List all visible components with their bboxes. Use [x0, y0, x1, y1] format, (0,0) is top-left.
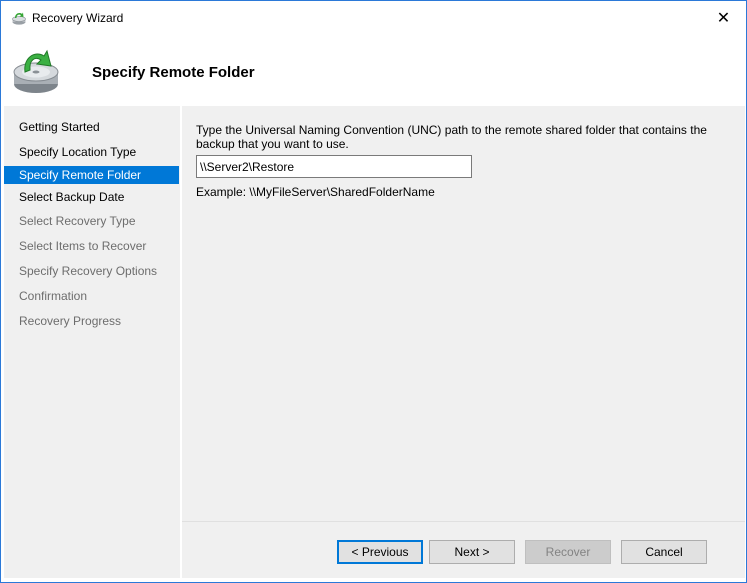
wizard-steps-nav: Getting Started Specify Location Type Sp… — [4, 106, 180, 578]
nav-step-select-backup-date[interactable]: Select Backup Date — [4, 188, 179, 206]
recover-button: Recover — [525, 540, 611, 564]
nav-step-specify-remote-folder[interactable]: Specify Remote Folder — [4, 166, 179, 184]
example-text: Example: \\MyFileServer\SharedFolderName — [196, 185, 435, 199]
nav-step-specify-recovery-options: Specify Recovery Options — [19, 264, 158, 278]
nav-step-select-items-to-recover: Select Items to Recover — [19, 239, 147, 253]
close-icon: ✕ — [716, 9, 731, 27]
nav-step-select-recovery-type: Select Recovery Type — [19, 214, 136, 228]
window-title: Recovery Wizard — [32, 11, 124, 25]
previous-button[interactable]: < Previous — [337, 540, 423, 564]
disk-restore-icon — [11, 42, 63, 96]
page-title: Specify Remote Folder — [92, 64, 255, 81]
nav-step-getting-started[interactable]: Getting Started — [4, 118, 179, 136]
nav-step-recovery-progress: Recovery Progress — [19, 314, 122, 328]
title-bar[interactable]: Recovery Wizard ✕ — [1, 1, 746, 34]
close-button[interactable]: ✕ — [701, 1, 746, 34]
nav-step-specify-location-type[interactable]: Specify Location Type — [4, 143, 179, 161]
unc-path-input[interactable] — [196, 155, 472, 178]
content-panel: Type the Universal Naming Convention (UN… — [182, 106, 745, 521]
nav-step-confirmation: Confirmation — [19, 289, 88, 303]
instruction-text: Type the Universal Naming Convention (UN… — [196, 123, 707, 151]
button-bar: < Previous Next > Recover Cancel — [182, 521, 745, 578]
cancel-button[interactable]: Cancel — [621, 540, 707, 564]
wizard-header: Specify Remote Folder — [1, 34, 746, 106]
recovery-wizard-window: Recovery Wizard ✕ Specify Remote Folder … — [0, 0, 747, 583]
next-button[interactable]: Next > — [429, 540, 515, 564]
recovery-wizard-icon — [11, 10, 27, 26]
